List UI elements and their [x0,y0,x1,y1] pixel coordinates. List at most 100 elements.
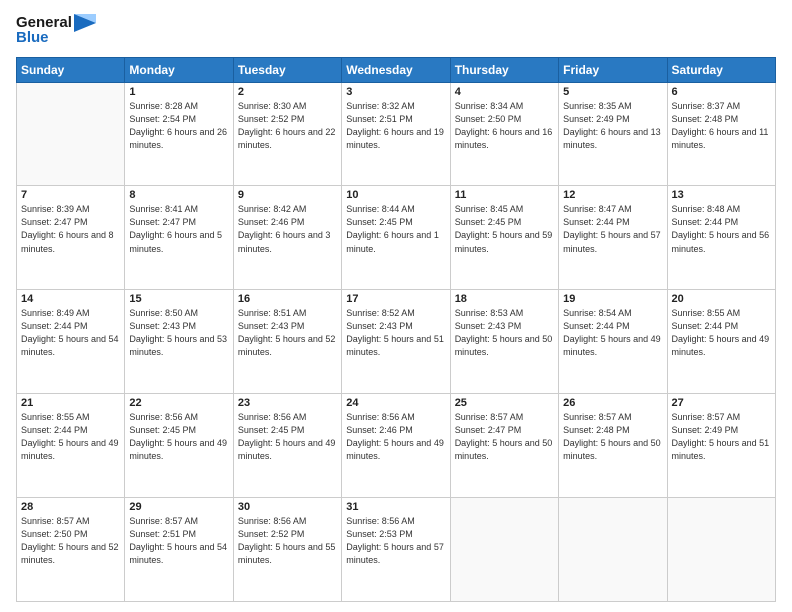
calendar-cell [17,82,125,186]
calendar-cell: 6Sunrise: 8:37 AMSunset: 2:48 PMDaylight… [667,82,775,186]
day-header-sunday: Sunday [17,57,125,82]
day-number: 20 [672,293,771,305]
day-info: Sunrise: 8:56 AMSunset: 2:52 PMDaylight:… [238,515,337,567]
calendar-cell: 17 Sunrise: 8:52 AMSunset: 2:43 PMDayligh… [342,290,450,394]
day-number: 1 [129,86,228,98]
day-header-wednesday: Wednesday [342,57,450,82]
day-number: 11 [455,189,554,201]
day-info: Sunrise: 8:53 AMSunset: 2:43 PMDaylight:… [455,307,554,359]
calendar-table: SundayMondayTuesdayWednesdayThursdayFrid… [16,57,776,603]
day-number: 7 [21,189,120,201]
day-number: 31 [346,501,445,513]
header: General Blue [16,14,776,47]
day-info: Sunrise: 8:57 AMSunset: 2:47 PMDaylight:… [455,411,554,463]
day-number: 9 [238,189,337,201]
calendar-cell: 9 Sunrise: 8:42 AMSunset: 2:46 PMDaylight… [233,186,341,290]
calendar-cell: 26 Sunrise: 8:57 AMSunset: 2:48 PMDayligh… [559,394,667,498]
calendar-cell [667,498,775,602]
day-number: 19 [563,293,662,305]
calendar-cell: 30 Sunrise: 8:56 AMSunset: 2:52 PMDayligh… [233,498,341,602]
day-number: 22 [129,397,228,409]
day-info: Sunrise: 8:51 AMSunset: 2:43 PMDaylight:… [238,307,337,359]
day-info: Sunrise: 8:54 AMSunset: 2:44 PMDaylight:… [563,307,662,359]
day-info: Sunrise: 8:48 AMSunset: 2:44 PMDaylight:… [672,203,771,255]
day-info: Sunrise: 8:57 AMSunset: 2:51 PMDaylight:… [129,515,228,567]
day-info: Sunrise: 8:47 AMSunset: 2:44 PMDaylight:… [563,203,662,255]
calendar-cell: 13 Sunrise: 8:48 AMSunset: 2:44 PMDayligh… [667,186,775,290]
day-header-friday: Friday [559,57,667,82]
day-info: Sunrise: 8:56 AMSunset: 2:53 PMDaylight:… [346,515,445,567]
day-number: 10 [346,189,445,201]
day-number: 16 [238,293,337,305]
calendar: SundayMondayTuesdayWednesdayThursdayFrid… [16,57,776,603]
week-row-4: 28Sunrise: 8:57 AMSunset: 2:50 PMDayligh… [17,498,776,602]
calendar-cell: 4Sunrise: 8:34 AMSunset: 2:50 PMDaylight… [450,82,558,186]
calendar-cell: 16 Sunrise: 8:51 AMSunset: 2:43 PMDayligh… [233,290,341,394]
calendar-cell: 22Sunrise: 8:56 AMSunset: 2:45 PMDayligh… [125,394,233,498]
day-info: Sunrise: 8:55 AMSunset: 2:44 PMDaylight:… [672,307,771,359]
day-info: Sunrise: 8:49 AMSunset: 2:44 PMDaylight:… [21,307,120,359]
day-number: 13 [672,189,771,201]
calendar-cell: 20 Sunrise: 8:55 AMSunset: 2:44 PMDayligh… [667,290,775,394]
calendar-cell: 14 Sunrise: 8:49 AMSunset: 2:44 PMDayligh… [17,290,125,394]
calendar-cell: 23 Sunrise: 8:56 AMSunset: 2:45 PMDayligh… [233,394,341,498]
calendar-cell: 25 Sunrise: 8:57 AMSunset: 2:47 PMDayligh… [450,394,558,498]
week-row-2: 14 Sunrise: 8:49 AMSunset: 2:44 PMDayligh… [17,290,776,394]
day-number: 12 [563,189,662,201]
day-info: Sunrise: 8:42 AMSunset: 2:46 PMDaylight:… [238,203,337,255]
day-info: Sunrise: 8:56 AMSunset: 2:45 PMDaylight:… [238,411,337,463]
calendar-cell: 15 Sunrise: 8:50 AMSunset: 2:43 PMDayligh… [125,290,233,394]
day-header-thursday: Thursday [450,57,558,82]
day-number: 29 [129,501,228,513]
page: General Blue SundayMondayTuesdayWednesda… [0,0,792,612]
day-number: 17 [346,293,445,305]
calendar-cell: 12 Sunrise: 8:47 AMSunset: 2:44 PMDayligh… [559,186,667,290]
calendar-cell: 10Sunrise: 8:44 AMSunset: 2:45 PMDayligh… [342,186,450,290]
day-number: 4 [455,86,554,98]
calendar-cell: 31 Sunrise: 8:56 AMSunset: 2:53 PMDayligh… [342,498,450,602]
week-row-1: 7 Sunrise: 8:39 AMSunset: 2:47 PMDaylight… [17,186,776,290]
calendar-cell: 11 Sunrise: 8:45 AMSunset: 2:45 PMDayligh… [450,186,558,290]
day-number: 30 [238,501,337,513]
day-header-tuesday: Tuesday [233,57,341,82]
day-number: 3 [346,86,445,98]
day-info: Sunrise: 8:30 AMSunset: 2:52 PMDaylight:… [238,100,337,152]
day-info: Sunrise: 8:57 AMSunset: 2:50 PMDaylight:… [21,515,120,567]
day-number: 14 [21,293,120,305]
calendar-cell: 29 Sunrise: 8:57 AMSunset: 2:51 PMDayligh… [125,498,233,602]
day-number: 21 [21,397,120,409]
day-number: 15 [129,293,228,305]
day-header-monday: Monday [125,57,233,82]
day-number: 23 [238,397,337,409]
day-number: 8 [129,189,228,201]
day-number: 26 [563,397,662,409]
calendar-cell: 1 Sunrise: 8:28 AMSunset: 2:54 PMDaylight… [125,82,233,186]
logo-blue-text: Blue [16,30,96,47]
calendar-cell: 8Sunrise: 8:41 AMSunset: 2:47 PMDaylight… [125,186,233,290]
day-info: Sunrise: 8:32 AMSunset: 2:51 PMDaylight:… [346,100,445,152]
day-info: Sunrise: 8:35 AMSunset: 2:49 PMDaylight:… [563,100,662,152]
calendar-cell: 19 Sunrise: 8:54 AMSunset: 2:44 PMDayligh… [559,290,667,394]
calendar-cell: 2 Sunrise: 8:30 AMSunset: 2:52 PMDaylight… [233,82,341,186]
day-number: 18 [455,293,554,305]
day-number: 24 [346,397,445,409]
day-info: Sunrise: 8:28 AMSunset: 2:54 PMDaylight:… [129,100,228,152]
calendar-cell: 3 Sunrise: 8:32 AMSunset: 2:51 PMDaylight… [342,82,450,186]
calendar-cell: 7 Sunrise: 8:39 AMSunset: 2:47 PMDaylight… [17,186,125,290]
day-info: Sunrise: 8:45 AMSunset: 2:45 PMDaylight:… [455,203,554,255]
day-info: Sunrise: 8:56 AMSunset: 2:46 PMDaylight:… [346,411,445,463]
day-info: Sunrise: 8:50 AMSunset: 2:43 PMDaylight:… [129,307,228,359]
day-number: 25 [455,397,554,409]
calendar-cell [559,498,667,602]
day-number: 27 [672,397,771,409]
day-info: Sunrise: 8:57 AMSunset: 2:48 PMDaylight:… [563,411,662,463]
calendar-cell: 24 Sunrise: 8:56 AMSunset: 2:46 PMDayligh… [342,394,450,498]
logo: General Blue [16,14,96,47]
week-row-0: 1 Sunrise: 8:28 AMSunset: 2:54 PMDaylight… [17,82,776,186]
week-row-3: 21Sunrise: 8:55 AMSunset: 2:44 PMDayligh… [17,394,776,498]
calendar-cell [450,498,558,602]
day-info: Sunrise: 8:39 AMSunset: 2:47 PMDaylight:… [21,203,120,255]
calendar-cell: 18 Sunrise: 8:53 AMSunset: 2:43 PMDayligh… [450,290,558,394]
day-info: Sunrise: 8:52 AMSunset: 2:43 PMDaylight:… [346,307,445,359]
day-number: 2 [238,86,337,98]
